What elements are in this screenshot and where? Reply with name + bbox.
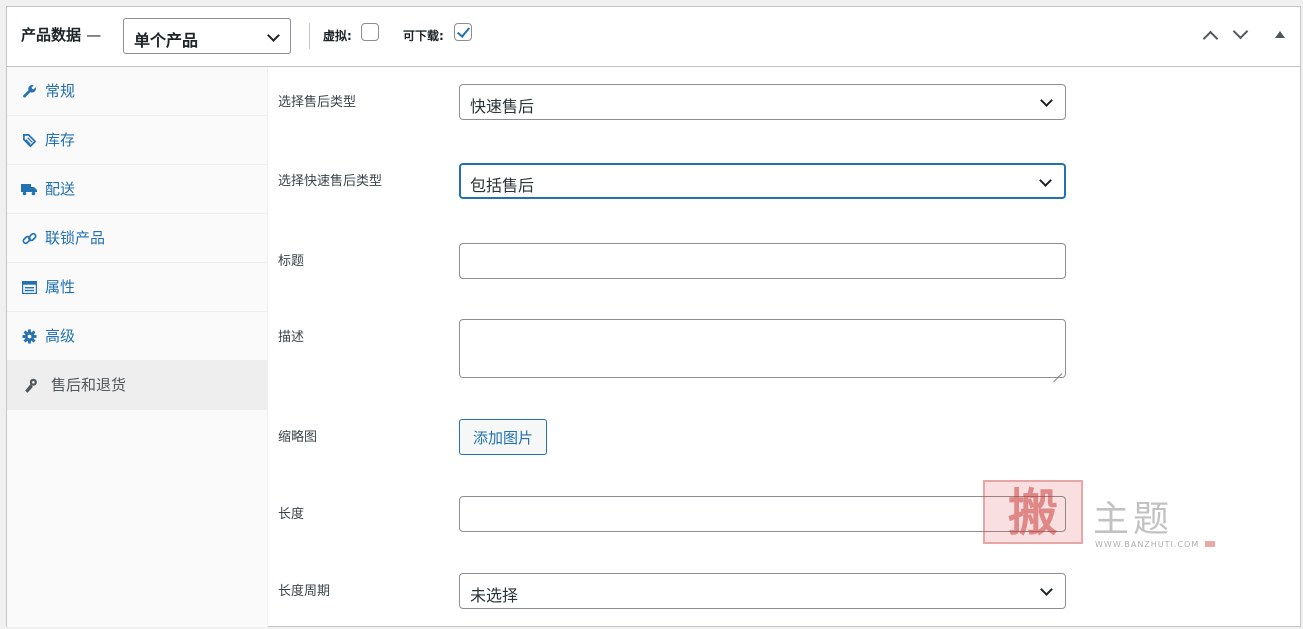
panel-title: 产品数据 — — [21, 24, 101, 45]
tab-label: 高级 — [45, 326, 76, 345]
chevron-down-icon — [1232, 23, 1249, 40]
chevron-up-icon — [1202, 30, 1219, 47]
quick-aftersale-type-label: 选择快速售后类型 — [278, 174, 383, 189]
length-period-label: 长度周期 — [278, 584, 331, 599]
chevron-down-icon — [1040, 583, 1053, 596]
chevron-down-icon — [1039, 174, 1052, 187]
header-divider — [309, 23, 310, 49]
move-down-button[interactable] — [1230, 23, 1252, 47]
title-input[interactable] — [459, 243, 1066, 279]
tab-label: 属性 — [45, 277, 76, 296]
wrench-icon — [23, 378, 39, 394]
thumbnail-label: 缩略图 — [278, 430, 318, 445]
description-label: 描述 — [278, 330, 305, 345]
product-data-tabs: 常规 库存 配送 联锁产品 属性 高级 售后和退货 — [7, 67, 268, 627]
length-label: 长度 — [278, 507, 305, 522]
toggle-panel-button[interactable] — [1269, 25, 1291, 47]
wrench-icon — [21, 83, 37, 99]
quick-aftersale-type-value: 包括售后 — [470, 176, 535, 195]
tab-label: 常规 — [45, 81, 76, 100]
panel-title-text: 产品数据 — [21, 26, 82, 44]
product-data-panel: 产品数据 — 单个产品 虚拟: 可下载: 常规 库存 配送 联锁产品 属性 高级… — [6, 6, 1301, 627]
title-dash: — — [86, 26, 102, 44]
tab-linked-products[interactable]: 联锁产品 — [7, 214, 267, 263]
tab-general[interactable]: 常规 — [7, 67, 267, 116]
quick-aftersale-type-select[interactable]: 包括售后 — [459, 163, 1066, 199]
aftersale-type-select[interactable]: 快速售后 — [459, 84, 1066, 120]
length-period-select[interactable]: 未选择 — [459, 573, 1066, 609]
tab-inventory[interactable]: 库存 — [7, 116, 267, 165]
aftersale-type-label: 选择售后类型 — [278, 95, 357, 110]
product-type-value: 单个产品 — [134, 31, 199, 50]
title-label: 标题 — [278, 254, 305, 269]
length-input[interactable] — [459, 496, 1066, 532]
aftersale-type-value: 快速售后 — [470, 97, 535, 116]
tab-label: 售后和退货 — [51, 376, 127, 394]
tab-label: 联锁产品 — [45, 228, 106, 247]
link-icon — [21, 230, 37, 246]
tag-icon — [21, 132, 37, 148]
downloadable-label: 可下载: — [403, 29, 444, 43]
triangle-up-icon — [1275, 31, 1285, 38]
tab-advanced[interactable]: 高级 — [7, 312, 267, 361]
tab-label: 库存 — [45, 130, 76, 149]
product-type-select[interactable]: 单个产品 — [123, 18, 291, 54]
add-image-button[interactable]: 添加图片 — [459, 419, 547, 455]
virtual-label: 虚拟: — [323, 29, 352, 43]
gear-icon — [21, 328, 37, 344]
tab-content: 选择售后类型 快速售后 选择快速售后类型 包括售后 标题 描述 缩略图 添加图片… — [269, 67, 1301, 627]
downloadable-checkbox[interactable] — [454, 23, 472, 41]
tab-shipping[interactable]: 配送 — [7, 165, 267, 214]
description-textarea[interactable] — [459, 319, 1066, 378]
tab-attributes[interactable]: 属性 — [7, 263, 267, 312]
table-icon — [21, 279, 37, 295]
resize-grip-icon[interactable] — [1053, 365, 1062, 374]
chevron-down-icon — [267, 29, 280, 42]
length-period-value: 未选择 — [470, 586, 519, 605]
add-image-button-label: 添加图片 — [472, 428, 533, 447]
virtual-checkbox[interactable] — [361, 23, 379, 41]
move-up-button[interactable] — [1200, 25, 1222, 47]
tab-label: 配送 — [45, 179, 76, 198]
truck-icon — [21, 181, 37, 197]
panel-header: 产品数据 — 单个产品 虚拟: 可下载: — [7, 7, 1300, 67]
tab-aftersale-returns[interactable]: 售后和退货 — [7, 361, 267, 410]
chevron-down-icon — [1040, 94, 1053, 107]
